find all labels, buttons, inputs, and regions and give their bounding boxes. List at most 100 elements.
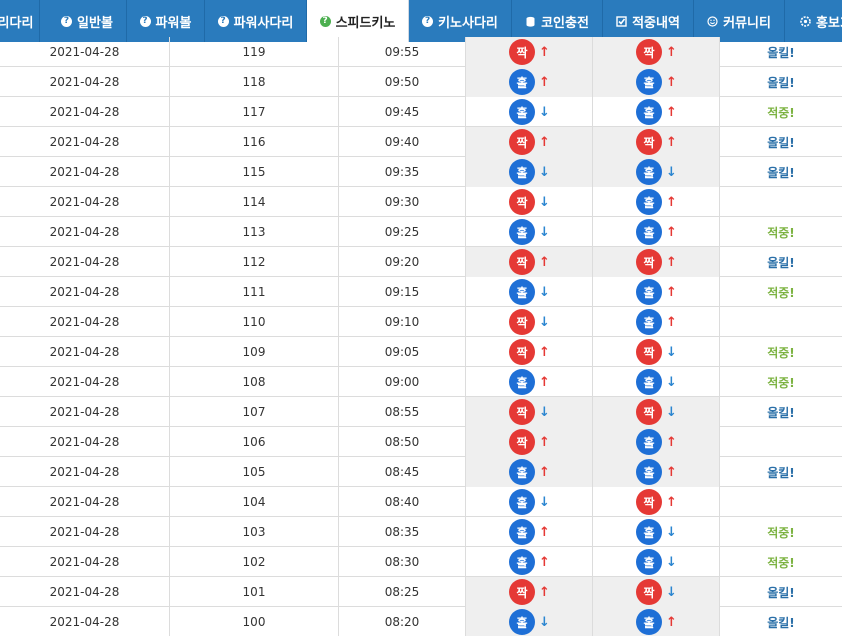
- arrow-up-icon: ↑: [539, 434, 550, 450]
- result-ball: 홀: [636, 309, 662, 335]
- arrow-down-icon: ↓: [539, 614, 550, 630]
- time-cell: 08:45: [339, 457, 466, 487]
- arrow-up-icon: ↑: [539, 584, 550, 600]
- result-cell-2: 홀 ↓: [593, 367, 720, 397]
- hit-status: 올킬!: [767, 165, 795, 180]
- date-cell: 2021-04-28: [0, 307, 170, 337]
- arrow-up-icon: ↑: [539, 524, 550, 540]
- time-cell: 09:25: [339, 217, 466, 247]
- result-ball: 짝: [509, 249, 535, 275]
- hit-status: 적중!: [767, 375, 795, 390]
- nav-tab-1[interactable]: ? 일반볼: [48, 0, 127, 42]
- nav-tab-2[interactable]: ? 파워볼: [127, 0, 205, 42]
- time-cell: 09:35: [339, 157, 466, 187]
- table-row: 2021-04-28 116 09:40 짝 ↑ 짝 ↑ 올킬!: [0, 127, 842, 157]
- table-row: 2021-04-28 101 08:25 짝 ↑ 짝 ↓ 올킬!: [0, 577, 842, 607]
- round-cell: 114: [170, 187, 339, 217]
- table-row: 2021-04-28 119 09:55 짝 ↑ 짝 ↑ 올킬!: [0, 37, 842, 67]
- hit-status: 올킬!: [767, 75, 795, 90]
- nav-tab-3[interactable]: ? 파워사다리: [205, 0, 307, 42]
- hit-status: 올킬!: [767, 135, 795, 150]
- result-ball: 홀: [636, 369, 662, 395]
- arrow-up-icon: ↑: [666, 134, 677, 150]
- round-cell: 109: [170, 337, 339, 367]
- nav-tab-label: 파워볼: [155, 15, 192, 31]
- arrow-down-icon: ↓: [539, 284, 550, 300]
- arrow-up-icon: ↑: [666, 104, 677, 120]
- time-cell: 09:50: [339, 67, 466, 97]
- result-cell-2: 홀 ↑: [593, 67, 720, 97]
- arrow-up-icon: ↑: [666, 614, 677, 630]
- arrow-down-icon: ↓: [539, 314, 550, 330]
- time-cell: 09:45: [339, 97, 466, 127]
- nav-tab-label: 파워사다리: [233, 15, 294, 31]
- date-cell: 2021-04-28: [0, 487, 170, 517]
- nav-tab-4[interactable]: ? 스피드키노: [307, 0, 409, 42]
- arrow-up-icon: ↑: [539, 74, 550, 90]
- arrow-up-icon: ↑: [539, 134, 550, 150]
- hit-status: 올킬!: [767, 585, 795, 600]
- nav-tab-5[interactable]: ? 키노사다리: [409, 0, 512, 42]
- date-cell: 2021-04-28: [0, 247, 170, 277]
- round-cell: 113: [170, 217, 339, 247]
- table-row: 2021-04-28 115 09:35 홀 ↓ 홀 ↓ 올킬!: [0, 157, 842, 187]
- hit-status: 적중!: [767, 105, 795, 120]
- hit-status: [720, 307, 842, 337]
- round-cell: 118: [170, 67, 339, 97]
- result-ball: 홀: [636, 549, 662, 575]
- result-cell-2: 짝 ↑: [593, 37, 720, 67]
- round-cell: 115: [170, 157, 339, 187]
- gear-icon: [800, 15, 811, 27]
- table-row: 2021-04-28 102 08:30 홀 ↑ 홀 ↓ 적중!: [0, 547, 842, 577]
- arrow-up-icon: ↑: [539, 44, 550, 60]
- result-cell-1: 홀 ↑: [466, 517, 593, 547]
- nav-tab-0[interactable]: 리다리: [0, 0, 40, 42]
- time-cell: 09:00: [339, 367, 466, 397]
- table-row: 2021-04-28 106 08:50 짝 ↑ 홀 ↑: [0, 427, 842, 457]
- result-ball: 홀: [636, 609, 662, 635]
- result-ball: 짝: [636, 339, 662, 365]
- nav-tab-6[interactable]: 코인충전: [512, 0, 603, 42]
- result-ball: 짝: [509, 579, 535, 605]
- result-cell-2: 짝 ↑: [593, 127, 720, 157]
- result-ball: 홀: [509, 219, 535, 245]
- result-ball: 짝: [509, 339, 535, 365]
- nav-tab-8[interactable]: 커뮤니티: [694, 0, 785, 42]
- date-cell: 2021-04-28: [0, 187, 170, 217]
- nav-tab-7[interactable]: 적중내역: [603, 0, 694, 42]
- arrow-down-icon: ↓: [666, 344, 677, 360]
- result-cell-1: 홀 ↓: [466, 97, 593, 127]
- help-icon: ?: [139, 15, 151, 27]
- date-cell: 2021-04-28: [0, 517, 170, 547]
- result-ball: 홀: [636, 429, 662, 455]
- round-cell: 101: [170, 577, 339, 607]
- result-cell-2: 홀 ↑: [593, 97, 720, 127]
- arrow-down-icon: ↓: [539, 104, 550, 120]
- result-ball: 짝: [509, 129, 535, 155]
- result-cell-2: 홀 ↓: [593, 547, 720, 577]
- result-cell-1: 홀 ↑: [466, 457, 593, 487]
- help-icon: ?: [319, 15, 331, 27]
- result-cell-2: 홀 ↑: [593, 277, 720, 307]
- hit-status: 적중!: [767, 555, 795, 570]
- date-cell: 2021-04-28: [0, 277, 170, 307]
- round-cell: 103: [170, 517, 339, 547]
- arrow-up-icon: ↑: [539, 374, 550, 390]
- arrow-down-icon: ↓: [666, 554, 677, 570]
- result-ball: 홀: [636, 189, 662, 215]
- help-icon: ?: [217, 15, 229, 27]
- time-cell: 08:30: [339, 547, 466, 577]
- arrow-down-icon: ↓: [666, 164, 677, 180]
- arrow-down-icon: ↓: [539, 164, 550, 180]
- time-cell: 09:15: [339, 277, 466, 307]
- result-cell-1: 짝 ↓: [466, 397, 593, 427]
- round-cell: 111: [170, 277, 339, 307]
- time-cell: 09:55: [339, 37, 466, 67]
- nav-tab-9[interactable]: 홍보3: [785, 0, 842, 42]
- result-ball: 홀: [509, 549, 535, 575]
- result-cell-1: 짝 ↑: [466, 577, 593, 607]
- result-cell-1: 홀 ↑: [466, 547, 593, 577]
- table-row: 2021-04-28 111 09:15 홀 ↓ 홀 ↑ 적중!: [0, 277, 842, 307]
- hit-status: [720, 487, 842, 517]
- result-ball: 짝: [636, 399, 662, 425]
